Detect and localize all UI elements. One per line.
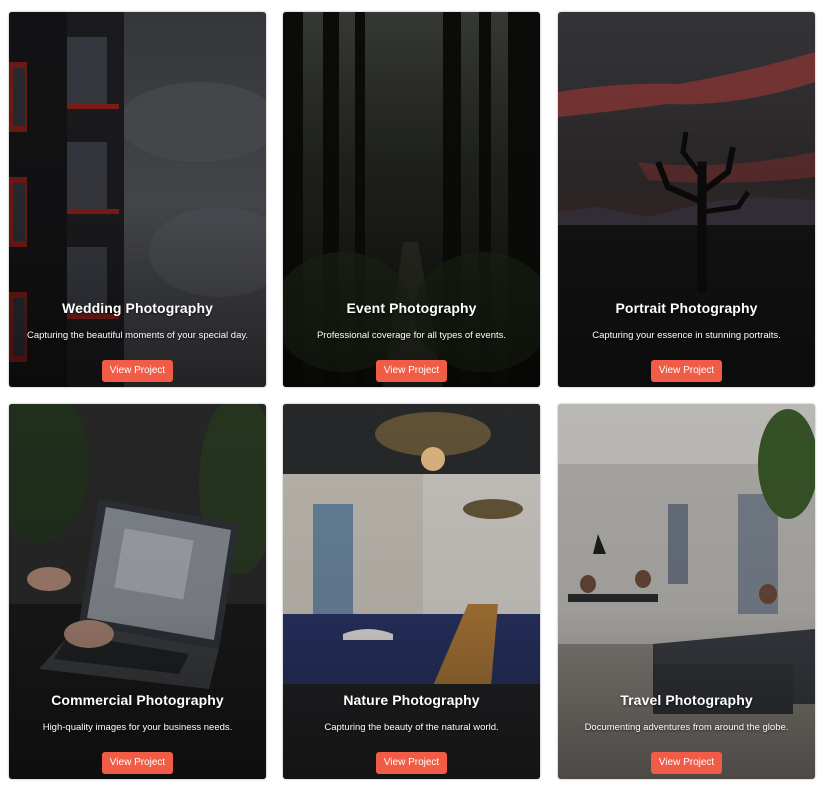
portfolio-grid: Wedding Photography Capturing the beauti… xyxy=(0,0,833,795)
card-content: Event Photography Professional coverage … xyxy=(283,300,540,382)
view-project-button[interactable]: View Project xyxy=(650,752,723,774)
card-title: Commercial Photography xyxy=(51,692,224,708)
card-title: Travel Photography xyxy=(620,692,753,708)
card-description: Documenting adventures from around the g… xyxy=(584,722,789,733)
view-project-button[interactable]: View Project xyxy=(650,360,723,382)
card-description: Capturing the beautiful moments of your … xyxy=(26,330,249,341)
portfolio-card-portrait[interactable]: Portrait Photography Capturing your esse… xyxy=(558,12,815,387)
view-project-button[interactable]: View Project xyxy=(101,360,174,382)
card-content: Nature Photography Capturing the beauty … xyxy=(283,692,540,774)
card-description: High-quality images for your business ne… xyxy=(42,722,233,733)
card-title: Portrait Photography xyxy=(615,300,758,316)
card-title: Wedding Photography xyxy=(62,300,213,316)
view-project-button[interactable]: View Project xyxy=(101,752,174,774)
card-description: Capturing your essence in stunning portr… xyxy=(592,330,781,341)
card-content: Travel Photography Documenting adventure… xyxy=(558,692,815,774)
view-project-button[interactable]: View Project xyxy=(375,752,448,774)
card-description: Professional coverage for all types of e… xyxy=(316,330,507,341)
card-content: Commercial Photography High-quality imag… xyxy=(9,692,266,774)
view-project-button[interactable]: View Project xyxy=(375,360,448,382)
card-description: Capturing the beauty of the natural worl… xyxy=(324,722,499,733)
card-content: Portrait Photography Capturing your esse… xyxy=(558,300,815,382)
portfolio-card-event[interactable]: Event Photography Professional coverage … xyxy=(283,12,540,387)
card-content: Wedding Photography Capturing the beauti… xyxy=(9,300,266,382)
portfolio-card-commercial[interactable]: Commercial Photography High-quality imag… xyxy=(9,404,266,779)
portfolio-card-travel[interactable]: Travel Photography Documenting adventure… xyxy=(558,404,815,779)
portfolio-card-nature[interactable]: Nature Photography Capturing the beauty … xyxy=(283,404,540,779)
card-title: Nature Photography xyxy=(343,692,480,708)
card-title: Event Photography xyxy=(346,300,477,316)
portfolio-card-wedding[interactable]: Wedding Photography Capturing the beauti… xyxy=(9,12,266,387)
